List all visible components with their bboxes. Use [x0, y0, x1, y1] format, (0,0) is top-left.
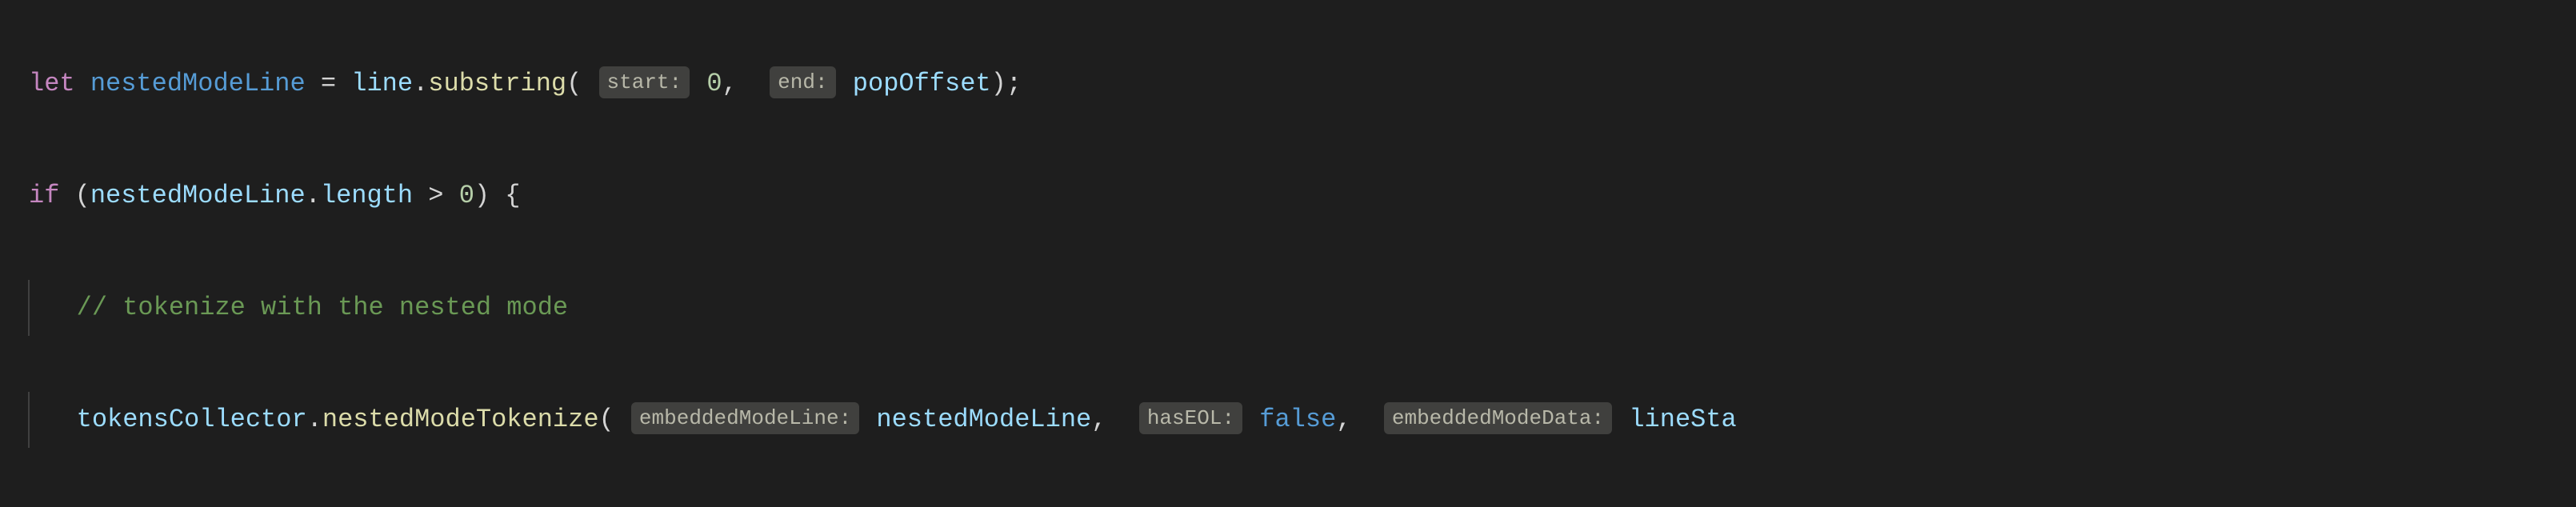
inlay-hint-end[interactable]: end: — [770, 66, 835, 98]
lparen: ( — [566, 69, 582, 98]
keyword-let: let — [29, 69, 75, 98]
variable-nestedModeLine: nestedModeLine — [90, 69, 306, 98]
number-zero: 0 — [706, 69, 722, 98]
comma: , — [1091, 405, 1122, 434]
method-nestedModeTokenize: nestedModeTokenize — [322, 405, 599, 434]
number-zero: 0 — [459, 181, 474, 210]
code-line[interactable]: } — [29, 504, 2547, 507]
identifier-tokensCollector: tokensCollector — [77, 405, 307, 434]
property-length: length — [321, 181, 413, 210]
comma: , — [722, 69, 753, 98]
inlay-hint-embeddedModeData[interactable]: embeddedModeData: — [1384, 402, 1612, 434]
code-line[interactable]: tokensCollector.nestedModeTokenize( embe… — [29, 392, 2547, 448]
comment: // tokenize with the nested mode — [77, 293, 569, 322]
keyword-if: if — [29, 181, 59, 210]
operator-equals: = — [306, 69, 352, 98]
dot: . — [307, 405, 322, 434]
comma: , — [1336, 405, 1366, 434]
code-line[interactable]: if (nestedModeLine.length > 0) { — [29, 168, 2547, 224]
operator-gt: > — [413, 181, 459, 210]
code-line[interactable]: let nestedModeLine = line.substring( sta… — [29, 56, 2547, 112]
identifier-nestedModeLine: nestedModeLine — [876, 405, 1091, 434]
inlay-hint-start[interactable]: start: — [599, 66, 690, 98]
rparen-brace: ) { — [474, 181, 521, 210]
code-line[interactable]: // tokenize with the nested mode — [29, 280, 2547, 336]
inlay-hint-hasEOL[interactable]: hasEOL: — [1139, 402, 1242, 434]
lparen: ( — [59, 181, 90, 210]
lparen: ( — [599, 405, 614, 434]
identifier-nestedModeLine: nestedModeLine — [90, 181, 306, 210]
dot: . — [306, 181, 321, 210]
boolean-false: false — [1259, 405, 1336, 434]
indent-guide — [28, 392, 77, 448]
rparen-semi: ); — [991, 69, 1022, 98]
inlay-hint-embeddedModeLine[interactable]: embeddedModeLine: — [631, 402, 859, 434]
identifier-line: line — [351, 69, 413, 98]
identifier-lineSta: lineSta — [1629, 405, 1736, 434]
identifier-popOffset: popOffset — [853, 69, 991, 98]
method-substring: substring — [428, 69, 566, 98]
dot: . — [413, 69, 428, 98]
indent-guide — [28, 280, 77, 336]
code-editor[interactable]: let nestedModeLine = line.substring( sta… — [0, 0, 2576, 507]
